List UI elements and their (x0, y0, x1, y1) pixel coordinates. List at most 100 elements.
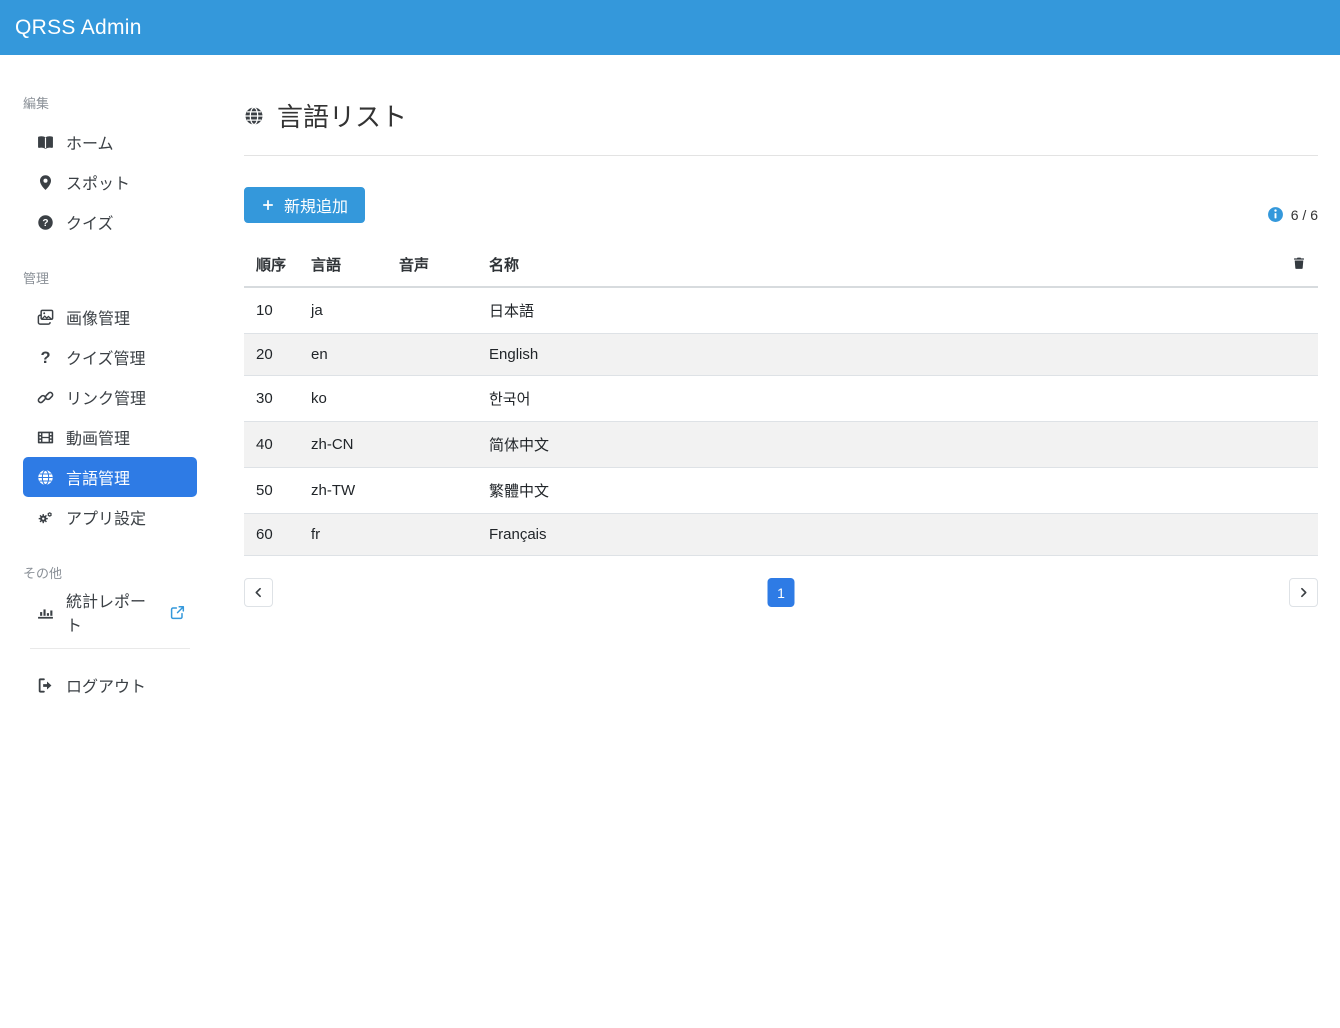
cell-name: Français (477, 514, 1258, 556)
column-header-audio: 音声 (387, 244, 477, 287)
sidebar-item-stats-report[interactable]: 統計レポート (23, 592, 197, 632)
pagination: 1 (244, 578, 1318, 607)
cell-audio (387, 334, 477, 376)
sidebar-item-language-management[interactable]: 言語管理 (23, 457, 197, 497)
cell-actions (1258, 422, 1318, 468)
title-divider (244, 155, 1318, 156)
sign-out-icon (35, 677, 56, 694)
svg-text:?: ? (42, 218, 48, 229)
sidebar-item-label: 統計レポート (66, 588, 161, 636)
sidebar-item-label: クイズ (66, 210, 114, 234)
cell-order: 20 (244, 334, 299, 376)
record-count: 6 / 6 (1267, 206, 1318, 223)
cell-name: 繁體中文 (477, 468, 1258, 514)
cell-actions (1258, 334, 1318, 376)
sidebar-item-label: 言語管理 (66, 465, 130, 489)
sidebar-item-video-management[interactable]: 動画管理 (23, 417, 197, 457)
sidebar-item-label: スポット (66, 170, 130, 194)
sidebar-section-label-manage: 管理 (0, 268, 220, 287)
cell-language: zh-CN (299, 422, 387, 468)
next-page-button[interactable] (1289, 578, 1318, 607)
page-title-text: 言語リスト (277, 97, 407, 134)
table-row[interactable]: 50 zh-TW 繁體中文 (244, 468, 1318, 514)
add-new-button-label: 新規追加 (284, 193, 348, 217)
cell-name: 简体中文 (477, 422, 1258, 468)
sidebar-item-label: ログアウト (66, 673, 146, 697)
column-header-order: 順序 (244, 244, 299, 287)
language-table: 順序 言語 音声 名称 10 ja 日本語 20 en (244, 244, 1318, 556)
cogs-icon (35, 509, 56, 526)
info-icon (1267, 206, 1284, 223)
cell-audio (387, 422, 477, 468)
sidebar-item-label: 画像管理 (66, 305, 130, 329)
app-title: QRSS Admin (15, 16, 142, 40)
cell-audio (387, 376, 477, 422)
table-row[interactable]: 10 ja 日本語 (244, 287, 1318, 334)
sidebar-item-label: ホーム (66, 130, 114, 154)
sidebar-item-image-management[interactable]: 画像管理 (23, 297, 197, 337)
globe-icon (244, 106, 264, 126)
cell-order: 50 (244, 468, 299, 514)
sidebar-item-label: アプリ設定 (66, 505, 146, 529)
book-open-icon (35, 134, 56, 151)
prev-page-button[interactable] (244, 578, 273, 607)
toolbar: 新規追加 6 / 6 (244, 187, 1318, 223)
sidebar-item-app-settings[interactable]: アプリ設定 (23, 497, 197, 537)
cell-name: 한국어 (477, 376, 1258, 422)
chevron-left-icon (252, 586, 265, 599)
external-link-icon (170, 605, 185, 620)
cell-name: 日本語 (477, 287, 1258, 334)
record-count-text: 6 / 6 (1291, 207, 1318, 223)
sidebar-item-label: クイズ管理 (66, 345, 146, 369)
cell-audio (387, 468, 477, 514)
sidebar-item-home[interactable]: ホーム (23, 122, 197, 162)
question-icon: ? (35, 349, 56, 366)
cell-language: en (299, 334, 387, 376)
cell-order: 40 (244, 422, 299, 468)
plus-icon (261, 198, 275, 212)
current-page-button[interactable]: 1 (768, 578, 795, 607)
cell-language: ja (299, 287, 387, 334)
column-header-language: 言語 (299, 244, 387, 287)
map-marker-icon (35, 174, 56, 191)
cell-actions (1258, 376, 1318, 422)
cell-name: English (477, 334, 1258, 376)
link-icon (35, 389, 56, 406)
cell-language: ko (299, 376, 387, 422)
table-row[interactable]: 30 ko 한국어 (244, 376, 1318, 422)
cell-audio (387, 514, 477, 556)
svg-text:?: ? (40, 349, 50, 366)
main-content: 言語リスト 新規追加 6 / 6 順序 言語 音声 名称 (244, 55, 1318, 607)
sidebar-item-spot[interactable]: スポット (23, 162, 197, 202)
chart-bar-icon (35, 604, 56, 621)
sidebar-item-label: リンク管理 (66, 385, 146, 409)
sidebar-item-logout[interactable]: ログアウト (23, 665, 197, 705)
table-header-row: 順序 言語 音声 名称 (244, 244, 1318, 287)
sidebar-item-quiz[interactable]: ? クイズ (23, 202, 197, 242)
chevron-right-icon (1297, 586, 1310, 599)
cell-actions (1258, 468, 1318, 514)
cell-order: 30 (244, 376, 299, 422)
cell-order: 60 (244, 514, 299, 556)
column-header-delete (1258, 244, 1318, 287)
cell-language: zh-TW (299, 468, 387, 514)
trash-icon[interactable] (1292, 255, 1306, 271)
cell-language: fr (299, 514, 387, 556)
add-new-button[interactable]: 新規追加 (244, 187, 365, 223)
sidebar-item-label: 動画管理 (66, 425, 130, 449)
globe-icon (35, 469, 56, 486)
sidebar-divider (30, 648, 190, 649)
sidebar-item-link-management[interactable]: リンク管理 (23, 377, 197, 417)
question-circle-icon: ? (35, 214, 56, 231)
cell-audio (387, 287, 477, 334)
table-row[interactable]: 60 fr Français (244, 514, 1318, 556)
column-header-name: 名称 (477, 244, 1258, 287)
sidebar: 編集 ホーム スポット ? クイズ 管理 画像管理 ? クイズ管理 リンク管 (0, 55, 220, 1028)
sidebar-section-label-other: その他 (0, 563, 220, 582)
page-title: 言語リスト (244, 97, 1318, 134)
table-row[interactable]: 20 en English (244, 334, 1318, 376)
table-row[interactable]: 40 zh-CN 简体中文 (244, 422, 1318, 468)
sidebar-section-label-edit: 編集 (0, 93, 220, 112)
sidebar-item-quiz-management[interactable]: ? クイズ管理 (23, 337, 197, 377)
film-icon (35, 429, 56, 446)
